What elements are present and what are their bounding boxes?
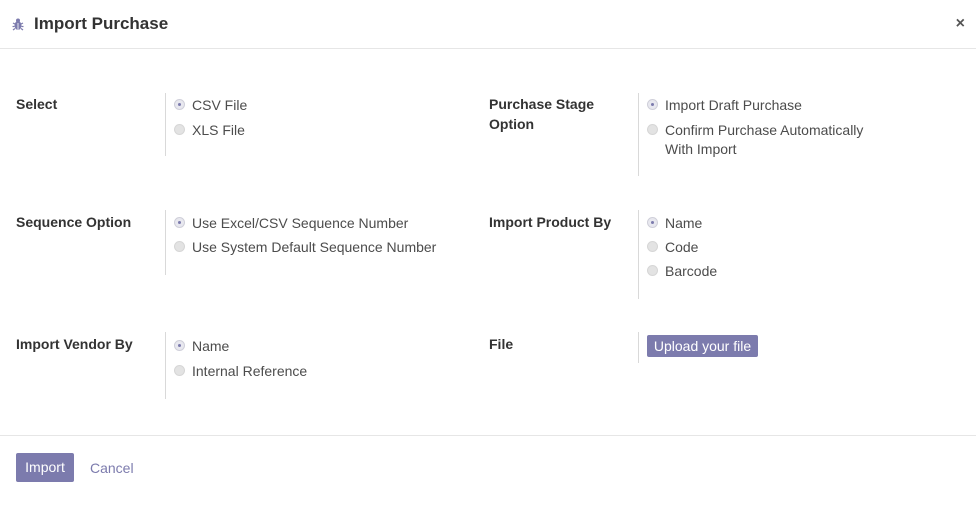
radio-label: Barcode [665,263,718,279]
radio-button[interactable] [174,365,185,376]
radio-label: XLS File [192,122,245,138]
radio-button[interactable] [174,124,185,135]
radio-button[interactable] [174,340,185,351]
radio-button[interactable] [647,265,658,276]
radio-button[interactable] [647,217,658,228]
file-label: File [489,336,514,352]
file-field [638,332,639,363]
radio-label: Import Draft Purchase [665,97,802,113]
radio-label: Internal Reference [192,363,308,379]
cancel-button[interactable]: Cancel [90,460,134,476]
purchase-stage-label: Purchase Stage Option [489,96,595,132]
radio-button[interactable] [647,99,658,110]
select-label: Select [16,96,58,112]
radio-button[interactable] [174,217,185,228]
radio-label: Use Excel/CSV Sequence Number [192,215,409,231]
product-by-radio-group: Name Code Barcode [638,210,717,299]
radio-label: Use System Default Sequence Number [192,239,437,255]
import-vendor-by-label: Import Vendor By [16,336,133,352]
radio-label: Name [192,338,230,354]
upload-file-button[interactable]: Upload your file [647,335,758,357]
radio-button[interactable] [647,124,658,135]
radio-label: Name [665,215,703,231]
dialog-footer: Import Cancel [0,435,976,505]
dialog-header: Import Purchase × [0,0,976,49]
sequence-radio-group: Use Excel/CSV Sequence Number Use System… [165,210,436,275]
vendor-by-radio-group: Name Internal Reference [165,332,307,399]
radio-label: CSV File [192,97,248,113]
dialog-title: Import Purchase [34,14,169,33]
sequence-option-label: Sequence Option [16,214,132,230]
radio-button[interactable] [174,241,185,252]
close-button[interactable]: × [956,16,965,32]
select-radio-group: CSV File XLS File [165,93,247,156]
radio-label: Code [665,239,699,255]
radio-button[interactable] [174,99,185,110]
import-button[interactable]: Import [16,453,74,482]
import-product-by-label: Import Product By [489,214,612,230]
radio-label: Confirm Purchase Automatically With Impo… [665,122,864,157]
purchase-stage-radio-group: Import Draft Purchase Confirm Purchase A… [638,93,863,176]
bug-icon [12,18,24,31]
radio-button[interactable] [647,241,658,252]
